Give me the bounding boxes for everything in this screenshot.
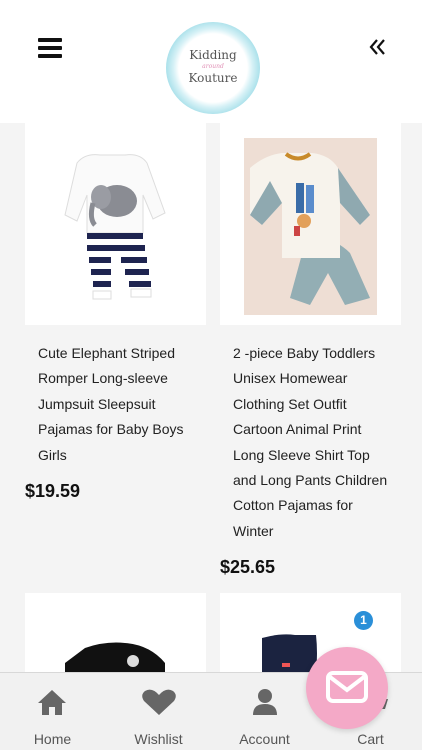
logo-line-1: Kidding	[189, 48, 237, 62]
logo-line-2: around	[202, 63, 224, 70]
pajama-set-image	[244, 138, 377, 315]
product-card[interactable]: Cute Elephant Striped Romper Long-sleeve…	[25, 123, 206, 523]
nav-home-label: Home	[33, 731, 72, 747]
nav-wishlist[interactable]: Wishlist	[106, 673, 211, 750]
mail-icon	[326, 671, 368, 703]
product-price: $25.65	[220, 557, 276, 577]
double-chevron-left-icon	[369, 39, 385, 55]
product-price: $19.59	[25, 481, 81, 501]
product-image[interactable]	[25, 123, 206, 325]
product-image[interactable]	[220, 123, 401, 325]
brand-logo[interactable]: Kidding around Kouture	[166, 22, 260, 114]
nav-cart-label: Cart	[357, 731, 384, 747]
elephant-romper-image	[64, 154, 166, 300]
dark-pajama-image	[65, 642, 165, 673]
nav-account-label: Account	[239, 731, 290, 747]
cart-count-badge: 1	[354, 611, 373, 630]
home-icon	[38, 690, 66, 715]
product-image[interactable]	[25, 593, 206, 673]
menu-button[interactable]	[38, 38, 62, 60]
product-card[interactable]: 2 -piece Baby Toddlers Unisex Homewear C…	[220, 123, 401, 583]
product-title[interactable]: 2 -piece Baby Toddlers Unisex Homewear C…	[233, 341, 403, 544]
nav-home[interactable]: Home	[0, 673, 105, 750]
nav-wishlist-label: Wishlist	[134, 731, 183, 747]
contact-mail-button[interactable]	[306, 647, 388, 729]
collapse-button[interactable]	[368, 36, 390, 60]
product-title[interactable]: Cute Elephant Striped Romper Long-sleeve…	[38, 341, 208, 468]
product-grid: Cute Elephant Striped Romper Long-sleeve…	[0, 123, 422, 673]
heart-icon	[142, 689, 176, 715]
logo-line-3: Kouture	[188, 71, 238, 85]
app-header: Kidding around Kouture	[0, 0, 422, 123]
user-icon	[253, 689, 277, 715]
hamburger-menu-icon	[38, 38, 62, 42]
nav-account[interactable]: Account	[212, 673, 317, 750]
